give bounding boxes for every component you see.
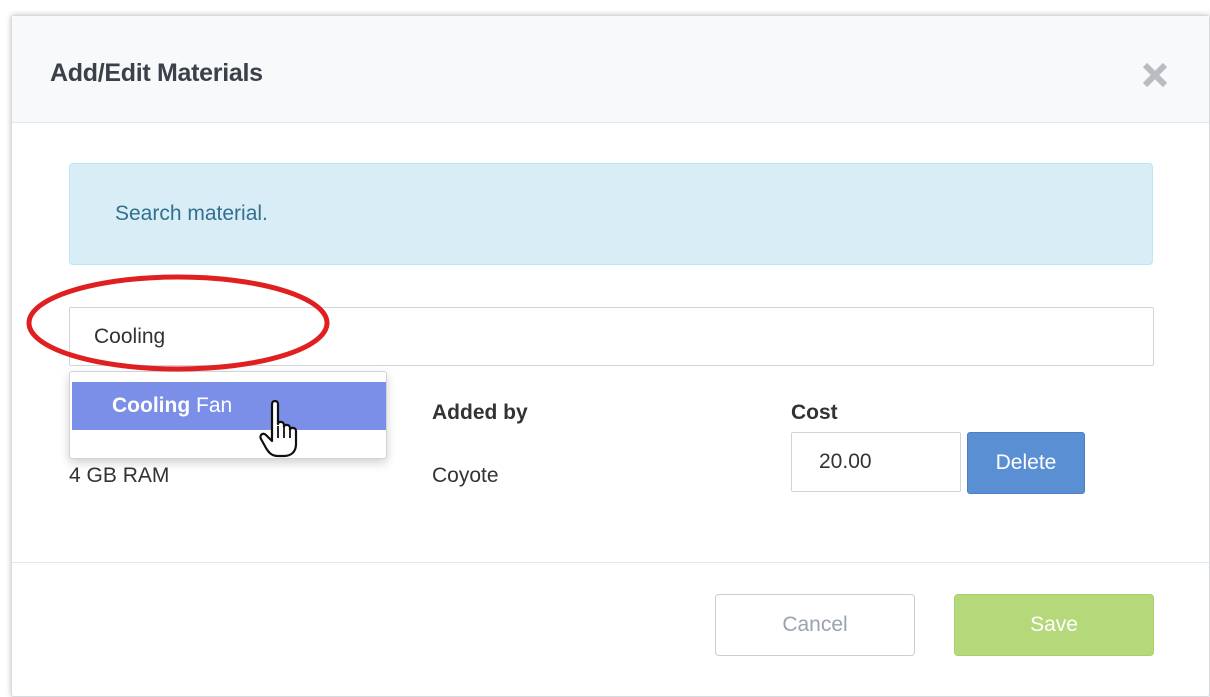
close-icon[interactable] — [1140, 60, 1170, 90]
autocomplete-dropdown: Cooling Fan — [69, 371, 387, 459]
delete-button[interactable]: Delete — [967, 432, 1085, 494]
material-search-input[interactable] — [69, 307, 1154, 366]
footer-divider — [12, 562, 1209, 563]
suggestion-cooling-fan[interactable]: Cooling Fan — [72, 382, 386, 430]
suggestion-match: Cooling — [112, 394, 191, 417]
material-name: 4 GB RAM — [69, 464, 170, 487]
modal-title: Add/Edit Materials — [50, 59, 263, 87]
material-added-by: Coyote — [432, 464, 499, 487]
cost-input[interactable] — [791, 432, 961, 492]
suggestion-rest: Fan — [190, 394, 233, 417]
column-header-added-by: Added by — [432, 401, 528, 424]
column-header-cost: Cost — [791, 401, 838, 424]
info-text: Search material. — [115, 202, 268, 225]
add-edit-materials-dialog: Add/Edit Materials Search material. Adde… — [11, 15, 1210, 697]
cancel-button[interactable]: Cancel — [715, 594, 915, 656]
save-button[interactable]: Save — [954, 594, 1154, 656]
info-alert: Search material. — [69, 163, 1153, 265]
modal-header: Add/Edit Materials — [12, 16, 1209, 123]
